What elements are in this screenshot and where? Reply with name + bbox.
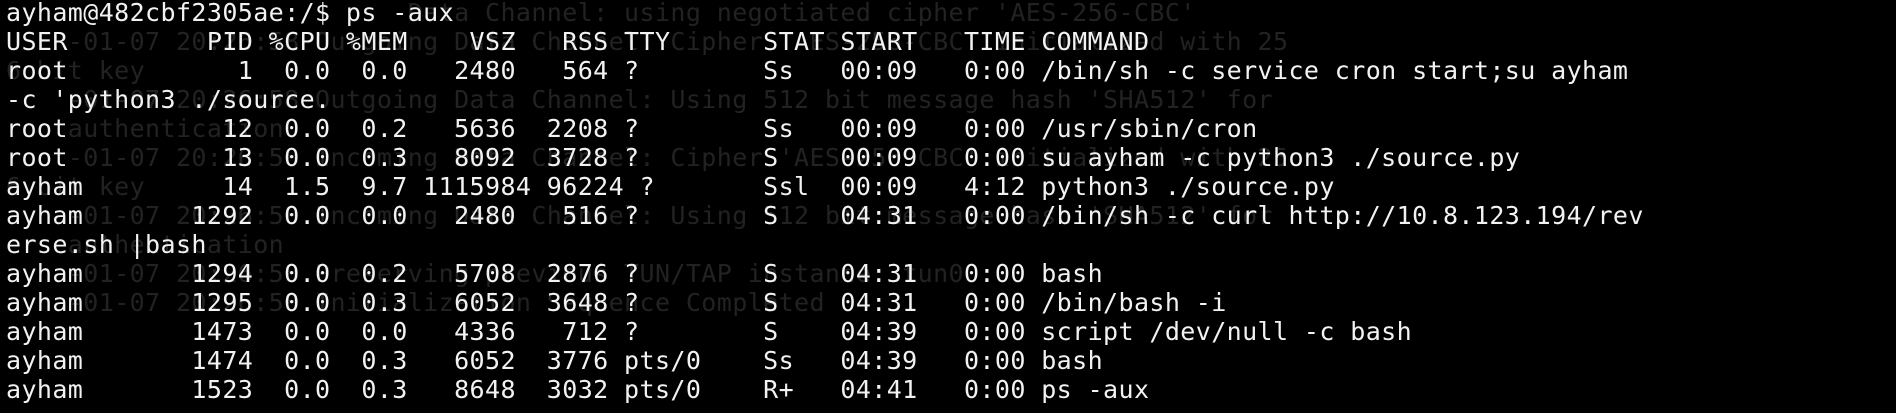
prompt-line: ayham@482cbf2305ae:/$ ps -aux xyxy=(6,0,455,27)
process-row: ayham 1473 0.0 0.0 4336 712 ? S 04:39 0:… xyxy=(6,317,1413,346)
process-row: root 1 0.0 0.0 2480 564 ? Ss 00:09 0:00 … xyxy=(6,56,1629,85)
process-row: ayham 1294 0.0 0.2 5708 2876 ? S 04:31 0… xyxy=(6,259,1104,288)
process-row: ayham 1295 0.0 0.3 6052 3648 ? S 04:31 0… xyxy=(6,288,1227,317)
process-row-wrap: -c 'python3 ./source. xyxy=(6,85,331,114)
process-row: ayham 1474 0.0 0.3 6052 3776 pts/0 Ss 04… xyxy=(6,346,1104,375)
process-row: ayham 14 1.5 9.7 1115984 96224 ? Ssl 00:… xyxy=(6,172,1335,201)
process-row: ayham 1523 0.0 0.3 8648 3032 pts/0 R+ 04… xyxy=(6,375,1150,404)
process-row: root 12 0.0 0.2 5636 2208 ? Ss 00:09 0:0… xyxy=(6,114,1258,143)
terminal-output: ayham@482cbf2305ae:/$ ps -aux USER PID %… xyxy=(0,0,1896,413)
terminal-window[interactable]: Data Channel: using negotiated cipher 'A… xyxy=(0,0,1896,413)
process-row-wrap: erse.sh |bash xyxy=(6,230,207,259)
ps-header-row: USER PID %CPU %MEM VSZ RSS TTY STAT STAR… xyxy=(6,27,1150,56)
process-row: ayham 1292 0.0 0.0 2480 516 ? S 04:31 0:… xyxy=(6,201,1644,230)
process-row: root 13 0.0 0.3 8092 3728 ? S 00:09 0:00… xyxy=(6,143,1521,172)
